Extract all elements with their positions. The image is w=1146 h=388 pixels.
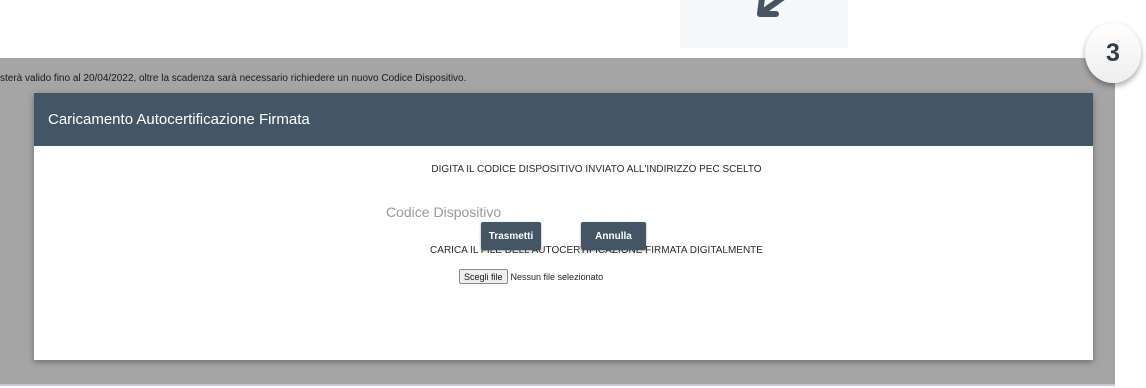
submit-button[interactable]: Trasmetti [481,222,541,250]
file-instruction: CARICA IL FILE DELL'AUTOCERTIFICAZIONE F… [430,245,763,256]
codice-dispositivo-input[interactable] [386,201,646,223]
file-input[interactable]: Scegli file Nessun file selezionato [459,269,603,284]
validity-notice: sterà valido fino al 20/04/2022, oltre l… [0,73,467,84]
file-status: Nessun file selezionato [510,271,604,282]
code-instruction: DIGITA IL CODICE DISPOSITIVO INVIATO ALL… [431,164,762,175]
step-badge: 3 [1085,23,1141,83]
choose-file-button[interactable]: Scegli file [459,269,508,284]
modal-header: Caricamento Autocertificazione Firmata [34,93,1093,146]
upload-modal: Caricamento Autocertificazione Firmata D… [34,93,1093,360]
modal-title: Caricamento Autocertificazione Firmata [48,111,310,128]
cancel-button[interactable]: Annulla [581,222,646,250]
modal-body: DIGITA IL CODICE DISPOSITIVO INVIATO ALL… [34,146,1093,360]
arrow-down-left-icon [757,0,785,17]
